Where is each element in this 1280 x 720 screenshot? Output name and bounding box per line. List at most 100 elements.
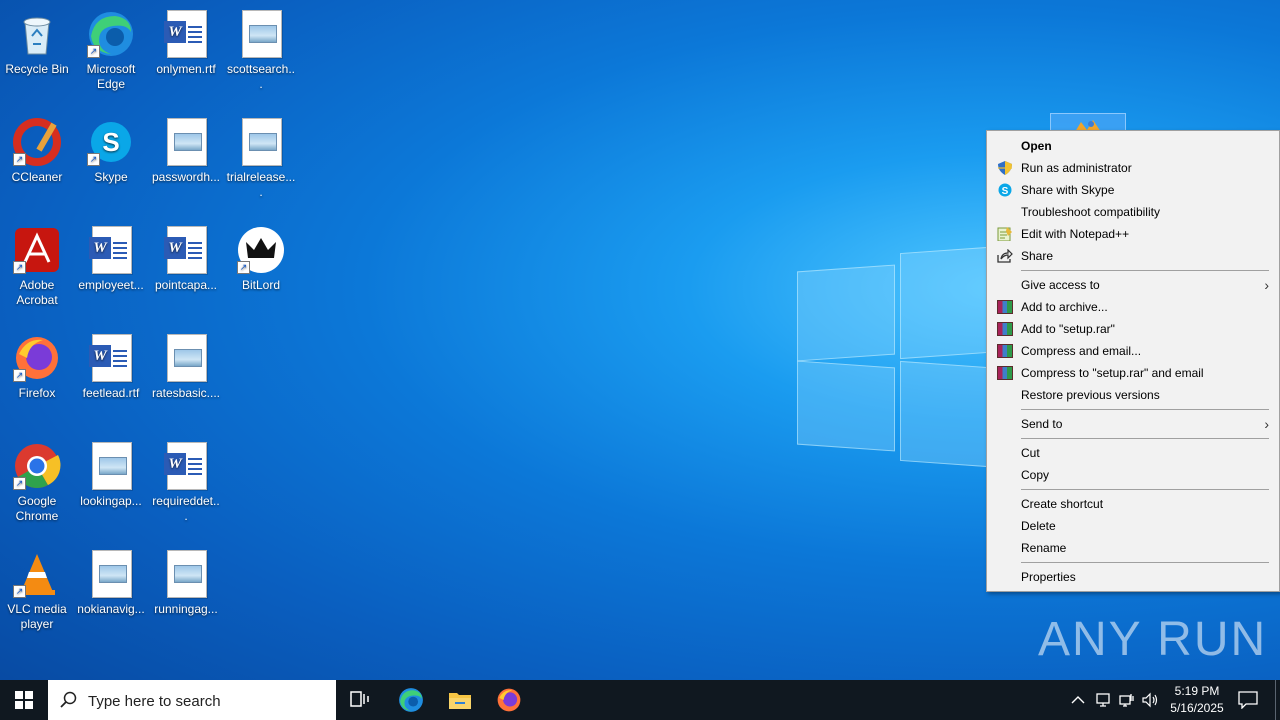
icon-label: VLC media player [7, 602, 67, 631]
desktop-icon-recycle-bin[interactable]: Recycle Bin [0, 4, 74, 77]
taskbar-search-box[interactable] [48, 680, 336, 720]
network-icon [1119, 694, 1134, 707]
menu-item-give-access-to[interactable]: Give access to › [987, 274, 1279, 296]
tray-network-button[interactable] [1116, 680, 1138, 720]
recycle-bin-icon [13, 10, 61, 58]
task-view-button[interactable] [336, 680, 384, 720]
ccleaner-icon: ↗ [13, 118, 61, 166]
bitlord-icon: ↗ [237, 226, 285, 274]
desktop-icon-feetlead[interactable]: W feetlead.rtf [74, 328, 148, 401]
show-desktop-button[interactable] [1275, 680, 1280, 720]
menu-item-compress-to-setup-rar-and-email[interactable]: Compress to "setup.rar" and email [987, 362, 1279, 384]
desktop-icon-vlc[interactable]: ↗ VLC media player [0, 544, 74, 632]
desktop-icon-passwordh[interactable]: passwordh... [149, 112, 223, 185]
menu-item-share[interactable]: Share [987, 245, 1279, 267]
firefox-icon: ↗ [13, 334, 61, 382]
tray-volume-button[interactable] [1140, 680, 1162, 720]
menu-item-label: Rename [1021, 541, 1067, 555]
icon-label: ratesbasic.... [151, 386, 221, 400]
desktop-icon-ratesbasic[interactable]: ratesbasic.... [149, 328, 223, 401]
menu-item-add-to-archive[interactable]: Add to archive... [987, 296, 1279, 318]
skype-icon: S [997, 183, 1013, 197]
winrar-icon [997, 366, 1013, 380]
notepad-plus-plus-icon [997, 227, 1013, 242]
menu-item-send-to[interactable]: Send to › [987, 413, 1279, 435]
notification-icon [1238, 691, 1258, 709]
desktop-icon-scottsearch[interactable]: scottsearch... [224, 4, 298, 92]
desktop-icon-onlymen[interactable]: W onlymen.rtf [149, 4, 223, 77]
menu-item-copy[interactable]: Copy [987, 464, 1279, 486]
menu-item-label: Open [1021, 139, 1052, 153]
word-document-icon: W [162, 10, 210, 58]
desktop-icon-nokianavig[interactable]: nokianavig... [74, 544, 148, 617]
desktop-icon-bitlord[interactable]: ↗ BitLord [224, 220, 298, 293]
word-document-icon: W [87, 226, 135, 274]
word-document-icon: W [87, 334, 135, 382]
share-icon [997, 248, 1013, 263]
word-document-icon: W [162, 442, 210, 490]
acrobat-icon: ↗ [13, 226, 61, 274]
menu-item-add-to-setup-rar[interactable]: Add to "setup.rar" [987, 318, 1279, 340]
context-menu: Open Run as administrator S Share with S… [986, 130, 1280, 592]
search-icon [60, 691, 77, 708]
tray-security-button[interactable] [1092, 680, 1114, 720]
taskbar-clock[interactable]: 5:19 PM 5/16/2025 [1160, 683, 1234, 717]
menu-item-properties[interactable]: Properties [987, 566, 1279, 588]
icon-label: Adobe Acrobat [16, 278, 58, 307]
winrar-icon [997, 300, 1013, 314]
desktop-icon-pointcapa[interactable]: W pointcapa... [149, 220, 223, 293]
menu-item-compress-and-email[interactable]: Compress and email... [987, 340, 1279, 362]
icon-label: Recycle Bin [5, 62, 69, 76]
chrome-icon: ↗ [13, 442, 61, 490]
shortcut-arrow-icon: ↗ [87, 153, 100, 166]
desktop-icon-trialrelease[interactable]: trialrelease.... [224, 112, 298, 200]
icon-label: CCleaner [11, 170, 63, 184]
desktop-icon-microsoft-edge[interactable]: ↗ Microsoft Edge [74, 4, 148, 92]
desktop-icon-employeet[interactable]: W employeet... [74, 220, 148, 293]
taskbar-edge-button[interactable] [387, 680, 435, 720]
menu-item-delete[interactable]: Delete [987, 515, 1279, 537]
menu-item-edit-with-notepad[interactable]: Edit with Notepad++ [987, 223, 1279, 245]
menu-item-label: Restore previous versions [1021, 388, 1160, 402]
menu-item-share-with-skype[interactable]: S Share with Skype [987, 179, 1279, 201]
search-input[interactable] [86, 690, 330, 712]
desktop-icon-adobe-acrobat[interactable]: ↗ Adobe Acrobat [0, 220, 74, 308]
device-icon [1096, 693, 1110, 707]
desktop-icon-runningag[interactable]: runningag... [149, 544, 223, 617]
tray-chevron-button[interactable] [1068, 680, 1088, 720]
desktop-icon-google-chrome[interactable]: ↗ Google Chrome [0, 436, 74, 524]
submenu-arrow-icon: › [1264, 416, 1269, 432]
icon-label: Firefox [18, 386, 56, 400]
icon-label: Skype [94, 170, 128, 184]
desktop-icon-requireddet[interactable]: W requireddet... [149, 436, 223, 524]
windows-logo-pane [900, 246, 988, 360]
desktop-icon-lookingap[interactable]: lookingap... [74, 436, 148, 509]
icon-label: pointcapa... [154, 278, 218, 292]
menu-item-rename[interactable]: Rename [987, 537, 1279, 559]
menu-item-run-as-administrator[interactable]: Run as administrator [987, 157, 1279, 179]
anyrun-watermark: ANY RUN [1038, 613, 1268, 666]
menu-item-label: Give access to [1021, 278, 1100, 292]
desktop-icon-firefox[interactable]: ↗ Firefox [0, 328, 74, 401]
notification-center-button[interactable] [1234, 680, 1274, 720]
taskbar-firefox-button[interactable] [485, 680, 533, 720]
menu-item-open[interactable]: Open [987, 135, 1279, 157]
icon-label: onlymen.rtf [156, 62, 216, 76]
menu-item-troubleshoot-compatibility[interactable]: Troubleshoot compatibility [987, 201, 1279, 223]
menu-separator [1021, 438, 1269, 439]
icon-label: Microsoft Edge [86, 62, 136, 91]
firefox-icon [497, 688, 521, 712]
menu-item-restore-previous-versions[interactable]: Restore previous versions [987, 384, 1279, 406]
menu-item-cut[interactable]: Cut [987, 442, 1279, 464]
menu-item-create-shortcut[interactable]: Create shortcut [987, 493, 1279, 515]
menu-item-label: Cut [1021, 446, 1040, 460]
icon-label: requireddet... [152, 494, 220, 523]
desktop-icon-ccleaner[interactable]: ↗ CCleaner [0, 112, 74, 185]
desktop-icon-skype[interactable]: S ↗ Skype [74, 112, 148, 185]
start-button[interactable] [0, 680, 48, 720]
image-file-icon [237, 118, 285, 166]
menu-item-label: Copy [1021, 468, 1050, 482]
windows-logo-pane [797, 360, 895, 452]
taskbar-file-explorer-button[interactable] [436, 680, 484, 720]
menu-item-label: Add to "setup.rar" [1021, 322, 1115, 336]
